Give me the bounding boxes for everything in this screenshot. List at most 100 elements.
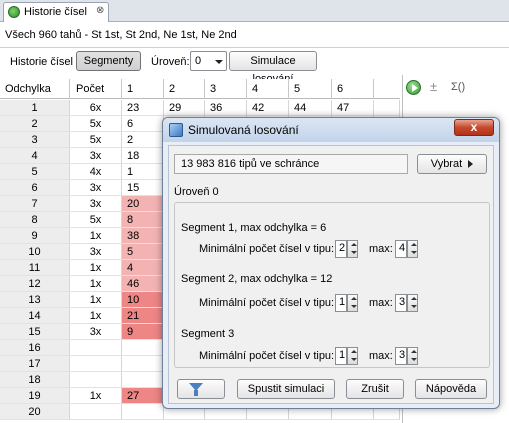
- number-cell: 47: [332, 100, 374, 116]
- pocet-cell: 5x: [70, 132, 122, 148]
- close-icon[interactable]: ⊗: [96, 5, 104, 16]
- odchylka-cell: 20: [0, 404, 70, 420]
- segment-1-min-label: Minimální počet čísel v tipu:: [199, 243, 335, 255]
- number-cell: 10: [122, 292, 164, 308]
- dialog-titlebar[interactable]: Simulovaná losování x: [163, 118, 499, 142]
- zrusit-button[interactable]: Zrušit: [346, 379, 404, 399]
- header-5[interactable]: 5: [289, 79, 332, 99]
- uroven-value: 0: [195, 55, 202, 67]
- sigma-icon[interactable]: Σ(): [451, 81, 465, 93]
- table-header: Odchylka Počet 1 2 3 4 5 6: [0, 79, 400, 99]
- segment-2-max-input[interactable]: 3: [395, 294, 407, 312]
- pocet-cell: 1x: [70, 228, 122, 244]
- segment-1-max-stepper[interactable]: [407, 240, 418, 258]
- table-row[interactable]: 1 6x 23 29 36 42 44 47: [0, 100, 400, 116]
- header-3[interactable]: 3: [205, 79, 247, 99]
- number-cell: 46: [122, 276, 164, 292]
- number-cell: 8: [122, 212, 164, 228]
- segment-1-max-input[interactable]: 4: [395, 240, 407, 258]
- number-cell: 6: [122, 116, 164, 132]
- pocet-cell: 3x: [70, 180, 122, 196]
- odchylka-cell: 18: [0, 372, 70, 388]
- segment-2-min-stepper[interactable]: [347, 294, 358, 312]
- number-cell: 27: [122, 388, 164, 404]
- plus-minus-icon[interactable]: ±: [430, 79, 437, 94]
- level-label: Úroveň 0: [174, 186, 219, 198]
- odchylka-cell: 10: [0, 244, 70, 260]
- number-cell: 29: [164, 100, 205, 116]
- odchylka-cell: 6: [0, 180, 70, 196]
- uroven-select[interactable]: 0: [190, 51, 227, 71]
- odchylka-cell: 16: [0, 340, 70, 356]
- header-2[interactable]: 2: [164, 79, 205, 99]
- spustit-simulaci-button[interactable]: Spustit simulaci: [237, 379, 335, 399]
- play-icon[interactable]: [406, 80, 421, 95]
- segment-2-max-label: max:: [369, 297, 393, 309]
- pocet-cell: 5x: [70, 212, 122, 228]
- pocet-cell: [70, 356, 122, 372]
- extra-cell: [374, 100, 400, 116]
- odchylka-cell: 12: [0, 276, 70, 292]
- odchylka-cell: 1: [0, 100, 70, 116]
- odchylka-cell: 15: [0, 324, 70, 340]
- header-6[interactable]: 6: [332, 79, 374, 99]
- simulation-dialog: Simulovaná losování x 13 983 816 tipů ve…: [162, 117, 500, 409]
- pocet-cell: [70, 340, 122, 356]
- segment-2-min-input[interactable]: 1: [335, 294, 347, 312]
- header-odchylka[interactable]: Odchylka: [0, 79, 70, 99]
- segment-1-min-stepper[interactable]: [347, 240, 358, 258]
- segment-3-min-input[interactable]: 1: [335, 347, 347, 365]
- dialog-close-button[interactable]: x: [454, 119, 494, 136]
- segment-3-min-label: Minimální počet čísel v tipu:: [199, 350, 335, 362]
- tips-count-field: 13 983 816 tipů ve schránce: [174, 154, 408, 174]
- header-4[interactable]: 4: [247, 79, 289, 99]
- segment-3-title: Segment 3: [181, 328, 235, 340]
- historie-label: Historie čísel: [10, 56, 73, 68]
- draws-info: Všech 960 tahů - St 1st, St 2nd, Ne 1st,…: [5, 29, 237, 41]
- pocet-cell: 1x: [70, 276, 122, 292]
- number-cell: 38: [122, 228, 164, 244]
- header-1[interactable]: 1: [122, 79, 164, 99]
- odchylka-cell: 2: [0, 116, 70, 132]
- odchylka-cell: 13: [0, 292, 70, 308]
- simulace-button[interactable]: Simulace losování: [229, 51, 317, 85]
- number-cell: [122, 356, 164, 372]
- segment-1-max-label: max:: [369, 243, 393, 255]
- dialog-title: Simulovaná losování: [188, 123, 299, 137]
- segment-2-max-stepper[interactable]: [407, 294, 418, 312]
- segment-2-title: Segment 2, max odchylka = 12: [181, 273, 333, 285]
- segment-3-max-stepper[interactable]: [407, 347, 418, 365]
- pocet-cell: 6x: [70, 100, 122, 116]
- number-cell: 4: [122, 260, 164, 276]
- segment-3-max-label: max:: [369, 350, 393, 362]
- pocet-cell: 1x: [70, 308, 122, 324]
- odchylka-cell: 14: [0, 308, 70, 324]
- tab-historie-cisel[interactable]: Historie čísel ⊗: [3, 2, 109, 22]
- segment-1-title: Segment 1, max odchylka = 6: [181, 222, 327, 234]
- header-pocet[interactable]: Počet: [70, 79, 122, 99]
- arrow-right-icon: [468, 160, 474, 169]
- number-cell: 20: [122, 196, 164, 212]
- chevron-down-icon: [215, 60, 223, 64]
- number-cell: 5: [122, 244, 164, 260]
- pocet-cell: [70, 404, 122, 420]
- odchylka-cell: 3: [0, 132, 70, 148]
- segment-3-min-stepper[interactable]: [347, 347, 358, 365]
- cube-icon: [169, 123, 183, 137]
- dialog-body: 13 983 816 tipů ve schránce Vybrat Úrove…: [168, 145, 494, 404]
- pocet-cell: 3x: [70, 244, 122, 260]
- pocet-cell: 1x: [70, 292, 122, 308]
- segment-1-min-input[interactable]: 2: [335, 240, 347, 258]
- filter-button[interactable]: [177, 379, 225, 399]
- segment-3-max-input[interactable]: 3: [395, 347, 407, 365]
- number-cell: 21: [122, 308, 164, 324]
- number-cell: 15: [122, 180, 164, 196]
- number-cell: 42: [247, 100, 289, 116]
- pocet-cell: 3x: [70, 324, 122, 340]
- vybrat-button[interactable]: Vybrat: [417, 154, 487, 174]
- napoveda-button[interactable]: Nápověda: [415, 379, 487, 399]
- pocet-cell: 4x: [70, 164, 122, 180]
- uroven-label: Úroveň:: [151, 56, 190, 68]
- segmenty-button[interactable]: Segmenty: [76, 51, 141, 71]
- segments-group: Segment 1, max odchylka = 6 Minimální po…: [174, 202, 490, 368]
